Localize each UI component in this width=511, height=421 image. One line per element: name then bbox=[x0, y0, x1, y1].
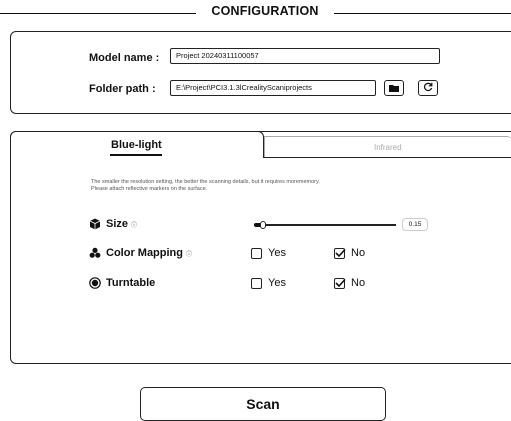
color-mapping-yes-label: Yes bbox=[268, 247, 286, 259]
turntable-label: Turntable bbox=[106, 277, 156, 289]
color-mapping-info-icon[interactable]: ⓘ bbox=[186, 249, 192, 258]
size-info-icon[interactable]: ⓘ bbox=[131, 220, 137, 229]
checkmark-icon bbox=[335, 248, 346, 258]
color-mapping-no-checkbox[interactable] bbox=[334, 248, 346, 259]
size-slider-handle[interactable] bbox=[260, 221, 266, 229]
hint-text-line1: The smaller the resolution setting, the … bbox=[91, 179, 320, 185]
cube-icon bbox=[89, 218, 101, 230]
color-mapping-yes-checkbox[interactable] bbox=[251, 248, 262, 259]
header-rule-right bbox=[334, 13, 511, 14]
refresh-icon bbox=[423, 79, 433, 97]
folder-path-input[interactable]: E:\Project\PCI3.1.3lCrealityScaniproject… bbox=[170, 80, 376, 96]
size-value[interactable]: 0.15 bbox=[402, 218, 428, 231]
size-label-row: Size ⓘ bbox=[89, 218, 137, 230]
size-label: Size bbox=[106, 218, 129, 230]
tab-blue-light-label: Blue-light bbox=[111, 139, 162, 151]
folder-icon bbox=[389, 79, 399, 97]
turntable-yes-label: Yes bbox=[268, 277, 286, 289]
tab-divider bbox=[264, 157, 511, 158]
color-mapping-label-row: Color Mapping ⓘ bbox=[89, 247, 192, 259]
turntable-label-row: Turntable bbox=[89, 277, 155, 289]
scan-button[interactable]: Scan bbox=[140, 387, 386, 421]
header-rule-left bbox=[0, 13, 196, 14]
browse-folder-button[interactable] bbox=[384, 80, 404, 96]
size-slider-track[interactable] bbox=[254, 224, 396, 226]
turntable-no-label: No bbox=[351, 277, 366, 289]
active-tab-indicator bbox=[110, 154, 162, 156]
color-mapping-label: Color Mapping bbox=[106, 247, 183, 259]
model-name-input[interactable]: Project 20240311100057 bbox=[170, 48, 440, 64]
project-panel bbox=[10, 31, 511, 114]
model-name-label: Model name : bbox=[89, 52, 160, 64]
checkmark-icon bbox=[335, 278, 346, 288]
folder-path-label: Folder path : bbox=[89, 83, 156, 95]
turntable-icon bbox=[89, 277, 101, 289]
color-palette-icon bbox=[89, 247, 101, 259]
scan-button-label: Scan bbox=[246, 396, 280, 412]
tab-infrared-label: Infrared bbox=[374, 143, 402, 152]
hint-text-line2: Please attach reflective markers on the … bbox=[91, 186, 208, 192]
page-title: CONFIGURATION bbox=[211, 4, 319, 18]
color-mapping-no-label: No bbox=[351, 247, 366, 259]
turntable-yes-checkbox[interactable] bbox=[251, 278, 262, 289]
turntable-no-checkbox[interactable] bbox=[334, 278, 346, 289]
refresh-button[interactable] bbox=[418, 80, 438, 96]
